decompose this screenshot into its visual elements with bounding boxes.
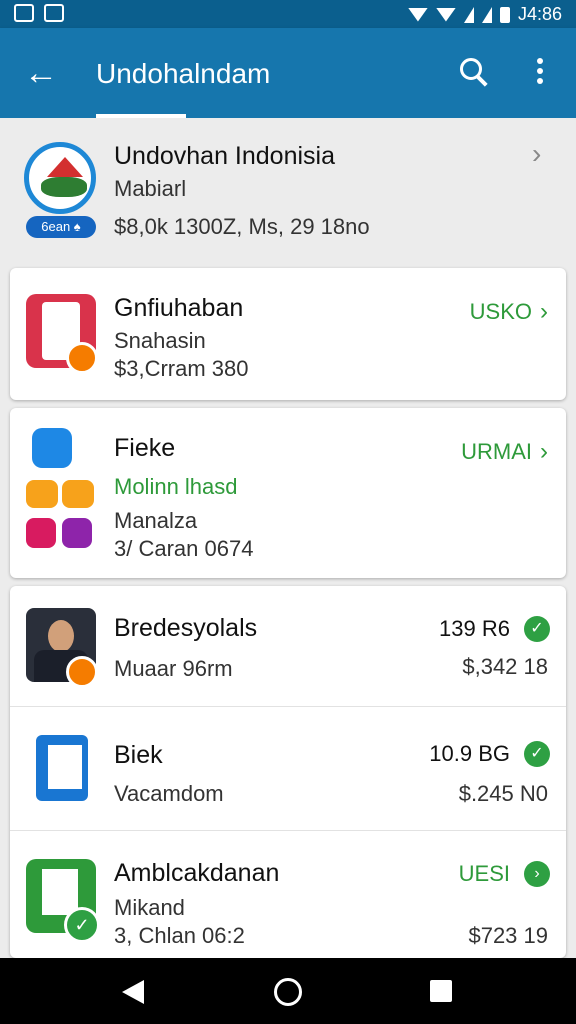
- list-sub2: 3, Chlan 06:2: [114, 923, 245, 948]
- more-options-icon[interactable]: [537, 58, 543, 88]
- list-sub: Muaar 96rm: [114, 656, 233, 681]
- logo-roof-shape: [47, 157, 83, 177]
- wifi-icon: [407, 7, 428, 22]
- check-badge-icon: ✓: [64, 907, 100, 943]
- document-page: [48, 745, 82, 789]
- header-title: Undovhan Indonisia: [114, 142, 335, 170]
- item-line1: Molinn lhasd: [114, 474, 238, 499]
- purple-tile: [62, 518, 92, 548]
- image-icon: [14, 4, 34, 22]
- list-title: Amblcakdanan: [114, 859, 280, 887]
- list-sub1: Mikand: [114, 895, 185, 920]
- list-right-bottom: $723 19: [468, 923, 548, 948]
- item-status[interactable]: USKO ›: [470, 298, 548, 326]
- list-right-top: 139 R6: [439, 616, 510, 641]
- check-icon: ✓: [524, 616, 550, 642]
- nav-back-icon[interactable]: [122, 980, 144, 1004]
- item-title: Fieke: [114, 434, 176, 462]
- header-subtitle: Mabiarl: [114, 176, 187, 201]
- app-bar: ← Undohalndam: [0, 28, 576, 118]
- signal-icon-2: [481, 6, 492, 23]
- status-bar: J4:86: [0, 0, 576, 28]
- navigation-bar: [0, 958, 576, 1024]
- search-icon[interactable]: [460, 58, 482, 80]
- status-label: URMAI: [461, 439, 532, 464]
- nav-recent-apps-icon[interactable]: [430, 980, 452, 1002]
- logo-badge: 6ean ♠: [26, 216, 96, 238]
- document-icon: [36, 735, 88, 801]
- item-status[interactable]: URMAI ›: [461, 438, 548, 466]
- item-title: Gnfiuhaban: [114, 294, 244, 322]
- battery-icon: [499, 6, 510, 23]
- app-logo: [24, 142, 96, 214]
- back-arrow-icon[interactable]: ←: [24, 56, 58, 90]
- list-right-top: UESI: [458, 861, 510, 886]
- chevron-right-icon: ›: [540, 298, 548, 325]
- list-sub: Vacamdom: [114, 781, 224, 806]
- avatar-face: [48, 620, 74, 652]
- blue-tile: [32, 428, 72, 468]
- card-item-1[interactable]: Gnfiuhaban Snahasin $3,Crram 380 USKO ›: [10, 268, 566, 400]
- yellow-tile-2: [62, 480, 94, 508]
- pink-tile: [26, 518, 56, 548]
- list-item[interactable]: ✓ Amblcakdanan Mikand 3, Chlan 06:2 UESI…: [10, 831, 566, 958]
- chevron-right-circle-icon[interactable]: ›: [524, 861, 550, 887]
- header-meta: $8,0k 1300Z, Ms, 29 18no: [114, 214, 370, 239]
- list-title: Biek: [114, 741, 163, 769]
- app-title: Undohalndam: [96, 58, 271, 89]
- nav-home-icon[interactable]: [274, 978, 302, 1006]
- item-line2: $3,Crram 380: [114, 356, 249, 381]
- item-line3: 3/ Caran 0674: [114, 536, 254, 561]
- card-item-2[interactable]: Fieke Molinn lhasd Manalza 3/ Caran 0674…: [10, 408, 566, 578]
- list-item[interactable]: Biek Vacamdom 10.9 BG ✓ $.245 N0: [10, 707, 566, 830]
- close-box-icon: [44, 4, 64, 22]
- signal-icon: [463, 6, 474, 23]
- list-panel: Bredesyolals Muaar 96rm 139 R6 ✓ $,342 1…: [10, 586, 566, 958]
- status-label: USKO: [469, 299, 532, 324]
- orange-badge-icon: [66, 656, 98, 688]
- status-right: J4:86: [407, 4, 562, 25]
- orange-badge-icon: [66, 342, 98, 374]
- list-right-bottom: $.245 N0: [458, 781, 548, 806]
- status-time: J4:86: [517, 4, 562, 24]
- list-right-top: 10.9 BG: [429, 741, 510, 766]
- status-left: [14, 4, 64, 22]
- wifi-icon-2: [435, 7, 456, 22]
- list-right-bottom: $,342 18: [462, 654, 548, 679]
- logo-map-shape: [41, 177, 87, 197]
- yellow-tile: [26, 480, 58, 508]
- chevron-right-icon[interactable]: ›: [532, 138, 541, 170]
- item-line2: Manalza: [114, 508, 198, 533]
- chevron-right-icon: ›: [540, 438, 548, 465]
- header-item[interactable]: 6ean ♠ Undovhan Indonisia Mabiarl $8,0k …: [0, 118, 576, 263]
- list-title: Bredesyolals: [114, 614, 258, 642]
- check-icon: ✓: [524, 741, 550, 767]
- list-item[interactable]: Bredesyolals Muaar 96rm 139 R6 ✓ $,342 1…: [10, 586, 566, 706]
- item-line1: Snahasin: [114, 328, 206, 353]
